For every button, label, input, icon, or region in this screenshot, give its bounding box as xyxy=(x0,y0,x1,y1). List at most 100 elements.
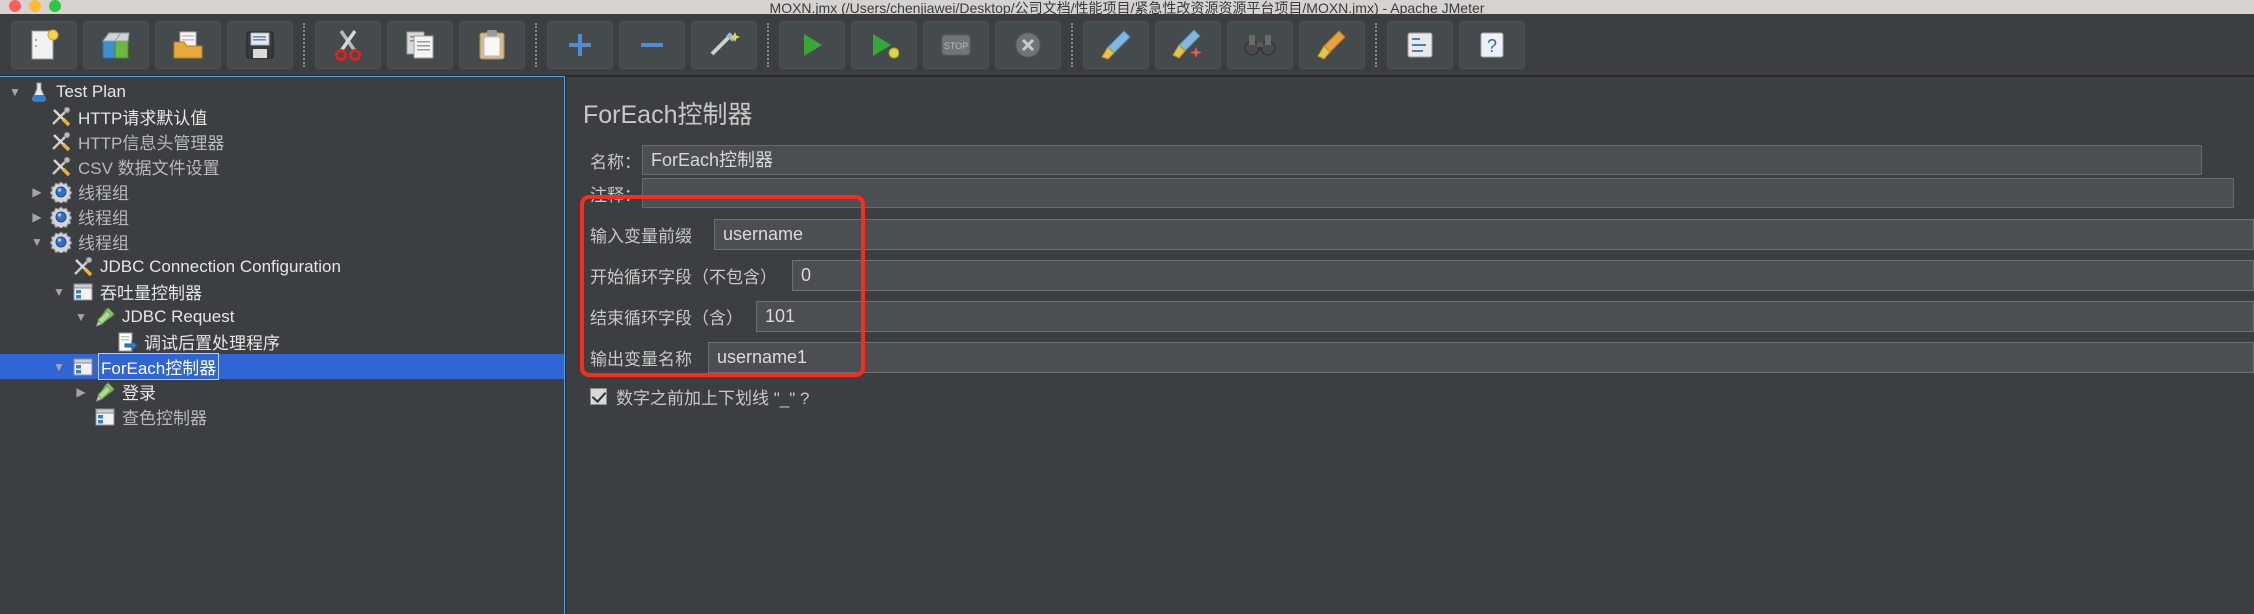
help-button[interactable]: ? xyxy=(1459,20,1525,69)
thread-group-icon xyxy=(48,205,74,228)
tree-node[interactable]: CSV 数据文件设置 xyxy=(0,154,564,179)
tree-node[interactable]: ▼ 吞吐量控制器 xyxy=(0,279,564,304)
output-variable-name-row: 输出变量名称 username1 xyxy=(580,340,2254,374)
new-button[interactable] xyxy=(11,20,77,69)
search-button[interactable] xyxy=(1227,20,1293,69)
minimize-window-button[interactable] xyxy=(29,0,41,12)
config-tools-icon xyxy=(48,106,74,128)
reset-search-broom-icon xyxy=(1316,29,1348,61)
tree-node-label: 线程组 xyxy=(78,234,129,253)
input-variable-prefix-label: 输入变量前缀 xyxy=(590,226,692,246)
controller-icon xyxy=(70,356,96,378)
toolbar-separator-5 xyxy=(1375,22,1377,67)
tree-node-label: ForEach控制器 xyxy=(98,353,220,380)
comment-label: 注释： xyxy=(590,185,641,205)
clear-button[interactable] xyxy=(1083,20,1149,69)
thread-group-icon xyxy=(48,180,74,203)
toggle-wand-icon xyxy=(708,30,740,60)
start-index-input[interactable]: 0 xyxy=(792,259,2254,291)
chevron-down-icon[interactable]: ▼ xyxy=(70,311,92,323)
shutdown-button[interactable] xyxy=(995,20,1061,69)
tree-node[interactable]: HTTP请求默认值 xyxy=(0,104,564,129)
clear-all-button[interactable] xyxy=(1155,20,1221,69)
tree-node-label: 线程组 xyxy=(78,209,129,228)
chevron-right-icon[interactable]: ▶ xyxy=(26,211,48,223)
collapse-all-button[interactable] xyxy=(619,20,685,69)
start-index-label: 开始循环字段（不包含） xyxy=(590,267,777,287)
play-icon xyxy=(798,31,826,59)
stop-icon: STOP xyxy=(940,32,972,58)
name-input[interactable]: ForEach控制器 xyxy=(642,145,2202,175)
underscore-checkbox-row[interactable]: 数字之前加上下划线 "_" ? xyxy=(580,381,2254,411)
flask-icon xyxy=(26,81,52,103)
input-variable-prefix-input[interactable]: username xyxy=(714,218,2254,250)
paste-button[interactable] xyxy=(459,20,525,69)
tree-node[interactable]: ▼ 线程组 xyxy=(0,229,564,254)
start-no-pauses-button[interactable] xyxy=(851,20,917,69)
start-button[interactable] xyxy=(779,20,845,69)
comment-input[interactable] xyxy=(642,178,2234,208)
close-window-button[interactable] xyxy=(9,0,21,12)
foreach-parameters: 输入变量前缀 username 开始循环字段（不包含） 0 结束循环字段（含） … xyxy=(580,211,2254,411)
toolbar-separator-2 xyxy=(535,22,537,67)
open-button[interactable] xyxy=(155,20,221,69)
save-disk-icon xyxy=(245,30,275,60)
stop-button[interactable]: STOP xyxy=(923,20,989,69)
plus-icon xyxy=(565,30,595,60)
output-variable-name-input[interactable]: username1 xyxy=(708,341,2254,373)
chevron-down-icon[interactable]: ▼ xyxy=(4,86,26,98)
shutdown-icon xyxy=(1014,31,1042,59)
tree-node[interactable]: ▶ 登录 xyxy=(0,379,564,404)
postprocessor-icon xyxy=(114,331,140,353)
underscore-checkbox-label: 数字之前加上下划线 "_" ? xyxy=(616,388,810,408)
cut-button[interactable] xyxy=(315,20,381,69)
templates-icon xyxy=(100,29,132,61)
tree-node[interactable]: ▼ JDBC Request xyxy=(0,304,564,329)
tree-node[interactable]: ▼ Test Plan xyxy=(0,79,564,104)
tree-node-label: 吞吐量控制器 xyxy=(100,284,202,303)
chevron-down-icon[interactable]: ▼ xyxy=(26,236,48,248)
binoculars-icon xyxy=(1244,32,1276,58)
zoom-window-button[interactable] xyxy=(49,0,61,12)
end-index-input[interactable]: 101 xyxy=(756,300,2254,332)
copy-button[interactable] xyxy=(387,20,453,69)
chevron-right-icon[interactable]: ▶ xyxy=(70,386,92,398)
function-helper-button[interactable] xyxy=(1387,20,1453,69)
controller-icon xyxy=(70,281,96,303)
templates-button[interactable] xyxy=(83,20,149,69)
tree-node[interactable]: ▶ 线程组 xyxy=(0,179,564,204)
thread-group-icon xyxy=(48,230,74,253)
reset-search-button[interactable] xyxy=(1299,20,1365,69)
chevron-down-icon[interactable]: ▼ xyxy=(48,361,70,373)
clear-all-broom-icon xyxy=(1172,28,1204,61)
tree-node-label: 线程组 xyxy=(78,184,129,203)
tree-node[interactable]: 查色控制器 xyxy=(0,404,564,429)
tree-node[interactable]: ▼ ForEach控制器 xyxy=(0,353,564,380)
open-folder-icon xyxy=(172,30,204,60)
tree-node-label: JDBC Request xyxy=(122,306,235,326)
tree-node[interactable]: ▶ 线程组 xyxy=(0,204,564,229)
copy-icon xyxy=(405,30,435,60)
start-index-row: 开始循环字段（不包含） 0 xyxy=(580,258,2254,292)
chevron-right-icon[interactable]: ▶ xyxy=(26,186,48,198)
tree-node[interactable]: 调试后置处理程序 xyxy=(0,329,564,354)
tree-node-label: Test Plan xyxy=(56,81,126,101)
sampler-pipette-icon xyxy=(92,306,118,328)
expand-all-button[interactable] xyxy=(547,20,613,69)
chevron-down-icon[interactable]: ▼ xyxy=(48,286,70,298)
comment-row: 注释： xyxy=(580,178,2254,208)
tree-node[interactable]: JDBC Connection Configuration xyxy=(0,254,564,279)
tree-node[interactable]: HTTP信息头管理器 xyxy=(0,129,564,154)
test-plan-tree[interactable]: ▼ Test Plan HTTP请求默认值 HTTP信息头管理器 CSV 数据文件… xyxy=(0,76,565,614)
underscore-checkbox[interactable] xyxy=(590,387,607,405)
save-button[interactable] xyxy=(227,20,293,69)
toggle-button[interactable] xyxy=(691,20,757,69)
toolbar-separator-1 xyxy=(303,22,305,67)
main-toolbar: STOP ? xyxy=(0,14,2254,76)
tree-node-label: HTTP信息头管理器 xyxy=(78,134,225,153)
help-question-icon: ? xyxy=(1479,31,1505,59)
